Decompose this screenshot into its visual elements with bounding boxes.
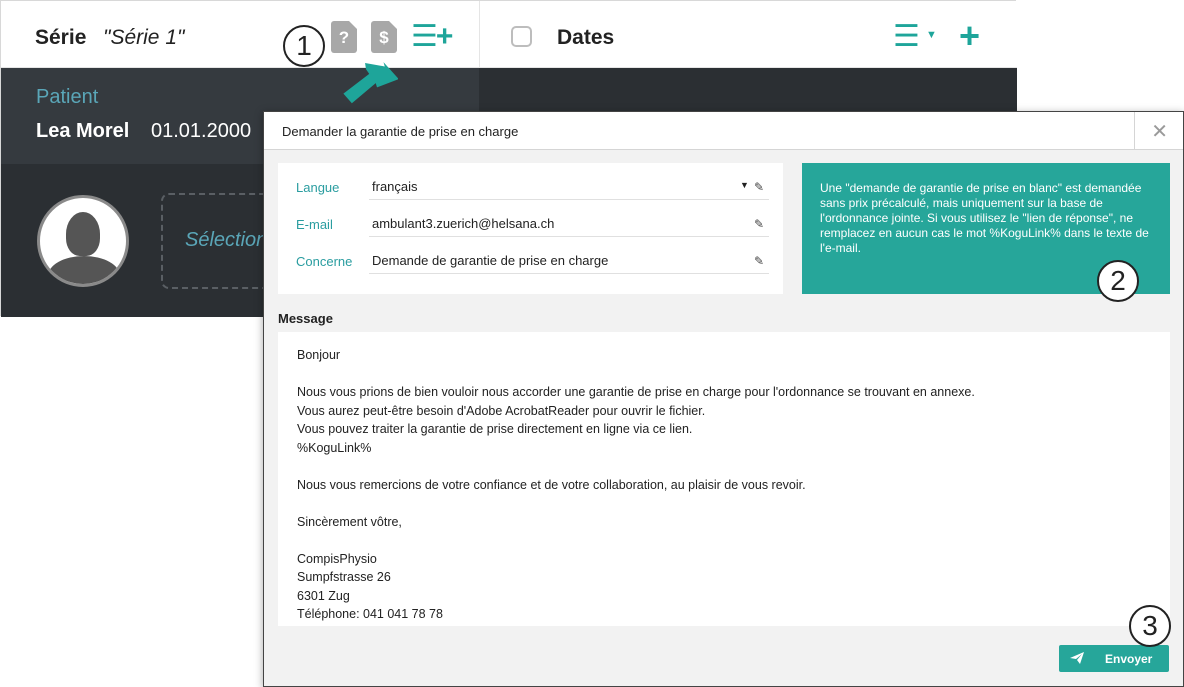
langue-select[interactable]: français [372, 179, 418, 194]
message-line: Nous vous prions de bien vouloir nous ac… [297, 385, 975, 399]
avatar-head-shape [66, 212, 100, 256]
avatar[interactable] [37, 195, 129, 287]
concerne-row: Concerne Demande de garantie de prise en… [278, 237, 783, 274]
message-line: Vous pouvez traiter la garantie de prise… [297, 422, 693, 436]
send-label: Envoyer [1105, 652, 1153, 666]
callout-2: 2 [1097, 260, 1139, 302]
langue-label: Langue [296, 180, 340, 195]
dialog-title: Demander la garantie de prise en charge [282, 124, 519, 139]
guarantee-dialog: Demander la garantie de prise en charge … [263, 111, 1184, 687]
toolbar-divider [479, 1, 480, 68]
document-dollar-icon[interactable]: $ [371, 21, 397, 53]
langue-row: Langue français ▼ ✎ [278, 163, 783, 200]
message-line: Téléphone: 041 041 78 78 [297, 607, 443, 621]
message-line: Nous vous remercions de votre confiance … [297, 477, 806, 492]
patient-label: Patient [36, 86, 99, 108]
message-line: Vous aurez peut-être besoin d'Adobe Acro… [297, 403, 706, 418]
email-row: E-mail ambulant3.zuerich@helsana.ch ✎ [278, 200, 783, 237]
dates-checkbox[interactable] [511, 26, 532, 47]
patient-dob: 01.01.2000 [151, 120, 252, 142]
pencil-icon[interactable]: ✎ [754, 217, 764, 231]
close-separator [1134, 112, 1135, 150]
menu-icon[interactable]: ☰ [893, 19, 920, 54]
chevron-down-icon[interactable]: ▼ [740, 180, 749, 190]
list-add-icon[interactable]: ☰+ [411, 19, 453, 54]
email-label: E-mail [296, 217, 333, 232]
email-field[interactable]: ambulant3.zuerich@helsana.ch [372, 216, 554, 231]
message-line: Bonjour [297, 348, 341, 362]
selection-text: Sélection [185, 229, 268, 251]
message-line [297, 457, 1151, 476]
pencil-icon[interactable]: ✎ [754, 180, 764, 194]
caret-down-icon[interactable]: ▼ [926, 29, 937, 41]
dialog-header: Demander la garantie de prise en charge … [264, 112, 1183, 150]
message-line: %KoguLink% [297, 440, 372, 455]
message-line [297, 365, 1151, 384]
annotation-arrow-icon [343, 62, 398, 104]
info-text: Une "demande de garantie de prise en bla… [820, 181, 1149, 255]
add-icon[interactable]: + [959, 15, 980, 57]
dates-label: Dates [557, 26, 615, 49]
paper-plane-icon [1070, 652, 1084, 664]
patient-name: Lea Morel [36, 120, 130, 142]
serie-name: "Série 1" [103, 26, 185, 49]
message-line: Sumpfstrasse 26 [297, 570, 391, 584]
message-line [297, 531, 1151, 550]
callout-3: 3 [1129, 605, 1171, 647]
pencil-icon[interactable]: ✎ [754, 254, 764, 268]
form-fields: Langue français ▼ ✎ E-mail ambulant3.zue… [278, 163, 783, 294]
message-label: Message [278, 311, 333, 326]
close-icon[interactable]: ✕ [1151, 119, 1168, 144]
avatar-body-shape [48, 256, 120, 284]
concerne-label: Concerne [296, 254, 353, 269]
concerne-underline [369, 273, 769, 274]
callout-1: 1 [283, 25, 325, 67]
message-line: Sincèrement vôtre, [297, 514, 402, 529]
concerne-field[interactable]: Demande de garantie de prise en charge [372, 253, 608, 268]
message-textarea[interactable]: Bonjour Nous vous prions de bien vouloir … [278, 332, 1170, 626]
message-line: 6301 Zug [297, 588, 350, 603]
message-line: CompisPhysio [297, 551, 377, 566]
send-button[interactable]: Envoyer [1059, 645, 1169, 672]
serie-label: Série [35, 26, 87, 49]
document-question-icon[interactable]: ? [331, 21, 357, 53]
message-line [297, 494, 1151, 513]
series-toolbar: Série "Série 1" ? $ ☰+ Dates ☰ ▼ + [1, 1, 1017, 68]
